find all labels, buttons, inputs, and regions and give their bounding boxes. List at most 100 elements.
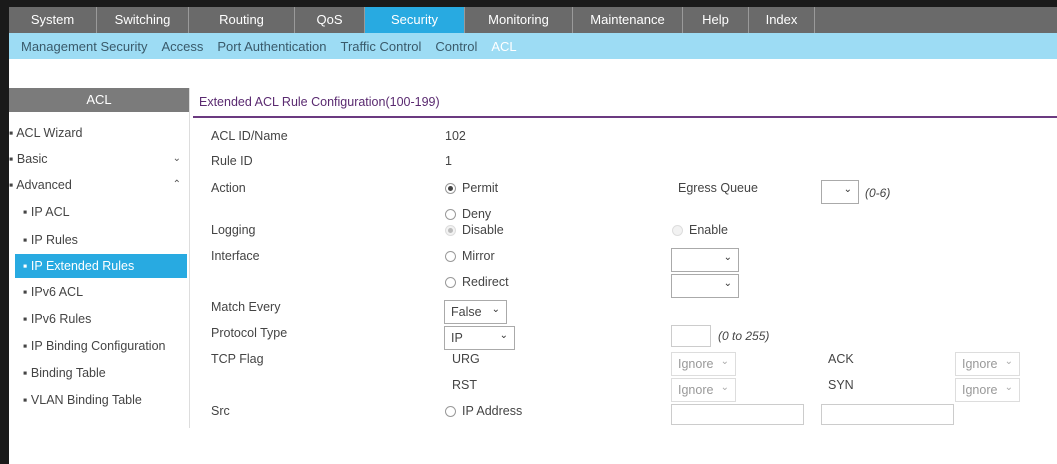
egress-queue-select[interactable]: ⌄ (821, 180, 859, 204)
radio-icon (445, 276, 456, 288)
tab-switching[interactable]: Switching (97, 7, 189, 33)
action-permit-radio[interactable]: Permit (445, 181, 498, 195)
ack-flag-select[interactable]: Ignore ⌄ (955, 352, 1020, 376)
disable-label: Disable (462, 223, 504, 237)
chevron-down-icon: ⌄ (491, 304, 500, 315)
egress-queue-hint: (0-6) (865, 186, 891, 200)
logging-enable-radio[interactable]: Enable (672, 223, 728, 237)
ack-label: ACK (828, 352, 854, 366)
redirect-interface-select[interactable]: ⌄ (671, 274, 739, 298)
match-every-label: Match Every (211, 300, 281, 314)
rule-id-value: 1 (445, 154, 452, 168)
tab-maintenance[interactable]: Maintenance (573, 7, 683, 33)
tab-index[interactable]: Index (749, 7, 815, 33)
acl-id-label: ACL ID/Name (211, 129, 288, 143)
sidebar-item-acl-wizard[interactable]: ▪ ACL Wizard (9, 121, 187, 145)
sidebar-item-ip-rules[interactable]: ▪ IP Rules (9, 228, 187, 252)
syn-flag-select[interactable]: Ignore ⌄ (955, 378, 1020, 402)
sidebar-item-vlan-binding-table[interactable]: ▪ VLAN Binding Table (9, 388, 187, 412)
chevron-down-icon: ⌄ (723, 252, 732, 263)
radio-selected-icon (445, 182, 456, 194)
tab-monitoring[interactable]: Monitoring (465, 7, 573, 33)
chevron-down-icon: ⌄ (499, 330, 508, 341)
acl-id-value: 102 (445, 129, 466, 143)
sidebar-item-ip-binding-configuration[interactable]: ▪ IP Binding Configuration (9, 334, 187, 358)
subnav-access[interactable]: Access (161, 39, 203, 54)
radio-icon (445, 405, 456, 417)
src-mask-input[interactable] (821, 404, 954, 425)
sidebar-item-ip-extended-rules[interactable]: ▪ IP Extended Rules (15, 254, 187, 278)
chevron-down-icon: ⌄ (1004, 356, 1013, 367)
chevron-up-icon: ⌃ (172, 179, 181, 190)
ack-flag-value: Ignore (962, 357, 998, 371)
chevron-down-icon: ⌄ (172, 153, 181, 164)
sidebar-item-label: IPv6 ACL (30, 285, 84, 299)
src-ip-address-input[interactable] (671, 404, 804, 425)
protocol-type-label: Protocol Type (211, 326, 288, 340)
chevron-down-icon: ⌄ (1004, 382, 1013, 393)
sidebar-item-advanced[interactable]: ▪ Advanced ⌃ (9, 173, 187, 197)
subnav-control[interactable]: Control (435, 39, 477, 54)
urg-label: URG (452, 352, 480, 366)
interface-redirect-radio[interactable]: Redirect (445, 275, 509, 289)
protocol-type-select[interactable]: IP ⌄ (444, 326, 515, 350)
action-label: Action (211, 181, 246, 195)
rst-flag-value: Ignore (678, 383, 714, 397)
chevron-down-icon: ⌄ (720, 382, 729, 393)
sidebar-item-ip-acl[interactable]: ▪ IP ACL (9, 200, 187, 224)
src-label: Src (211, 404, 230, 418)
sidebar-item-label: IP Extended Rules (30, 259, 135, 273)
chevron-down-icon: ⌄ (723, 278, 732, 289)
sidebar-item-ipv6-acl[interactable]: ▪ IPv6 ACL (9, 280, 187, 304)
subnav-management-security[interactable]: Management Security (21, 39, 147, 54)
deny-label: Deny (462, 207, 492, 221)
mirror-label: Mirror (462, 249, 495, 263)
protocol-number-input[interactable] (671, 325, 711, 347)
redirect-label: Redirect (462, 275, 509, 289)
match-every-value: False (451, 305, 482, 319)
subnav-port-authentication[interactable]: Port Authentication (217, 39, 326, 54)
syn-label: SYN (828, 378, 854, 392)
sidebar-item-label: IP Rules (30, 233, 78, 247)
mirror-interface-select[interactable]: ⌄ (671, 248, 739, 272)
sidebar-item-label: Binding Table (30, 366, 106, 380)
window-frame-top (0, 0, 1057, 7)
tab-help[interactable]: Help (683, 7, 749, 33)
sidebar: ACL ▪ ACL Wizard ▪ Basic ⌄ ▪ Advanced ⌃ ▪ … (9, 88, 190, 428)
sub-nav: Management Security Access Port Authenti… (9, 33, 1057, 59)
sidebar-item-label: Advanced (16, 178, 72, 192)
logging-disable-radio[interactable]: Disable (445, 223, 504, 237)
sidebar-item-label: Basic (16, 152, 48, 166)
rst-label: RST (452, 378, 477, 392)
sidebar-item-label: IP ACL (30, 205, 70, 219)
sidebar-item-ipv6-rules[interactable]: ▪ IPv6 Rules (9, 307, 187, 331)
tab-qos[interactable]: QoS (295, 7, 365, 33)
tcp-flag-label: TCP Flag (211, 352, 264, 366)
urg-flag-value: Ignore (678, 357, 714, 371)
subnav-traffic-control[interactable]: Traffic Control (341, 39, 422, 54)
sidebar-item-basic[interactable]: ▪ Basic ⌄ (9, 147, 187, 171)
logging-label: Logging (211, 223, 256, 237)
interface-mirror-radio[interactable]: Mirror (445, 249, 495, 263)
urg-flag-select[interactable]: Ignore ⌄ (671, 352, 736, 376)
permit-label: Permit (462, 181, 499, 195)
radio-icon (672, 224, 683, 236)
tab-system[interactable]: System (9, 7, 97, 33)
subnav-acl[interactable]: ACL (491, 39, 516, 54)
page-title: Extended ACL Rule Configuration(100-199) (199, 95, 440, 109)
interface-label: Interface (211, 249, 260, 263)
window-frame-left (0, 0, 9, 464)
tab-routing[interactable]: Routing (189, 7, 295, 33)
match-every-select[interactable]: False ⌄ (444, 300, 507, 324)
tab-security[interactable]: Security (365, 7, 465, 33)
rst-flag-select[interactable]: Ignore ⌄ (671, 378, 736, 402)
chevron-down-icon: ⌄ (843, 184, 852, 195)
src-ip-address-radio[interactable]: IP Address (445, 404, 522, 418)
sidebar-item-label: IPv6 Rules (30, 312, 92, 326)
action-deny-radio[interactable]: Deny (445, 207, 491, 221)
sidebar-item-binding-table[interactable]: ▪ Binding Table (9, 361, 187, 385)
sidebar-item-label: VLAN Binding Table (30, 393, 142, 407)
rule-id-label: Rule ID (211, 154, 253, 168)
top-nav: System Switching Routing QoS Security Mo… (9, 7, 1057, 33)
protocol-number-hint: (0 to 255) (718, 329, 770, 343)
